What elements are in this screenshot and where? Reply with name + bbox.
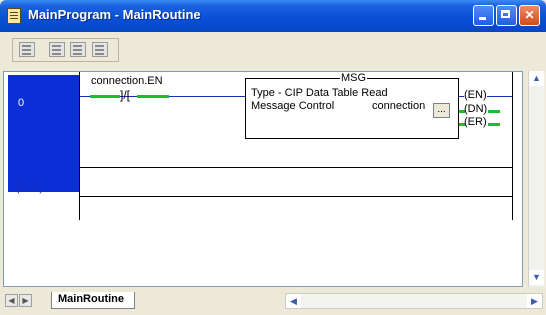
browse-button[interactable]: ... <box>433 103 450 118</box>
title-bar[interactable]: MainProgram - MainRoutine ✕ <box>0 0 546 32</box>
er-energized-right <box>488 123 500 126</box>
document-icon <box>7 8 21 24</box>
message-control-label: Message Control <box>251 100 335 112</box>
dn-energized-right <box>488 110 500 113</box>
add-instruction-icon[interactable] <box>70 42 86 57</box>
end-rung-label: (End) <box>16 182 43 194</box>
maximize-button[interactable] <box>496 5 517 26</box>
scroll-down-icon[interactable]: ▼ <box>529 270 544 285</box>
ladder-toolbar-group <box>12 38 119 62</box>
vertical-scrollbar[interactable]: ▲ ▼ <box>528 71 545 287</box>
rung-number-selected[interactable]: 0 <box>8 75 79 192</box>
rung-separator <box>79 167 512 168</box>
toolbar <box>0 32 546 66</box>
er-output: (ER) <box>464 116 487 128</box>
window-title: MainProgram - MainRoutine <box>28 7 201 22</box>
end-rung-line <box>79 196 512 197</box>
ladder-editor[interactable]: 0 connection.EN ]/[ MSG Type - CIP Data … <box>3 71 523 287</box>
energized-wire-right <box>137 95 169 98</box>
tab-scroll-left-icon[interactable]: ◀ <box>5 294 18 307</box>
msg-type-line: Type - CIP Data Table Read <box>251 87 388 99</box>
add-rung-icon[interactable] <box>19 42 35 57</box>
scroll-left-icon[interactable]: ◀ <box>286 294 301 308</box>
application-window: MainProgram - MainRoutine ✕ 0 connection… <box>0 0 546 315</box>
right-power-rail <box>512 72 513 220</box>
add-output-icon[interactable] <box>92 42 108 57</box>
en-output: (EN) <box>464 89 487 101</box>
scroll-right-icon[interactable]: ▶ <box>527 294 542 308</box>
minimize-button[interactable] <box>473 5 494 26</box>
contact-tag-label[interactable]: connection.EN <box>91 75 163 87</box>
msg-instruction-block[interactable]: MSG Type - CIP Data Table Read Message C… <box>245 72 459 139</box>
tab-scroll-right-icon[interactable]: ▶ <box>19 294 32 307</box>
left-power-rail <box>79 72 80 220</box>
add-branch-icon[interactable] <box>49 42 65 57</box>
instruction-name: MSG <box>340 72 368 84</box>
xio-contact[interactable]: ]/[ <box>120 88 130 102</box>
routine-tab-bar: ◀ ▶ MainRoutine ◀ ▶ <box>3 292 543 310</box>
message-control-value[interactable]: connection <box>372 100 425 112</box>
close-button[interactable]: ✕ <box>519 5 540 26</box>
scroll-up-icon[interactable]: ▲ <box>529 71 544 86</box>
energized-wire-left <box>90 95 120 98</box>
horizontal-scrollbar[interactable]: ◀ ▶ <box>285 293 543 309</box>
dn-output: (DN) <box>464 103 488 115</box>
rung-number: 0 <box>18 97 25 109</box>
tab-mainroutine[interactable]: MainRoutine <box>51 292 135 309</box>
